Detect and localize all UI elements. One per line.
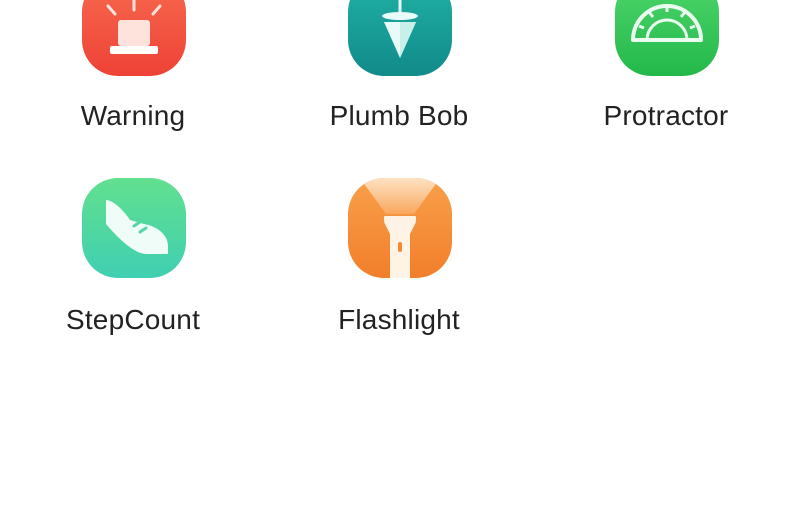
app-label: StepCount [65,304,201,335]
app-flashlight[interactable]: Flashlight [289,176,509,346]
app-plumb-bob[interactable]: Plumb Bob [289,0,509,140]
app-label: Plumb Bob [329,100,469,131]
app-warning[interactable]: Warning [23,0,243,140]
plumb-bob-icon [348,0,452,76]
app-label: Flashlight [338,304,460,335]
app-label: Warning [80,100,186,131]
app-label: Protractor [603,100,729,131]
sneaker-icon [82,178,186,278]
app-protractor[interactable]: Protractor [556,0,776,140]
app-grid: Warning Plumb Bob Protractor StepCount F… [0,0,800,532]
flashlight-icon [348,178,452,278]
siren-icon [82,0,186,76]
protractor-icon [615,0,719,76]
app-stepcount[interactable]: StepCount [23,176,243,346]
